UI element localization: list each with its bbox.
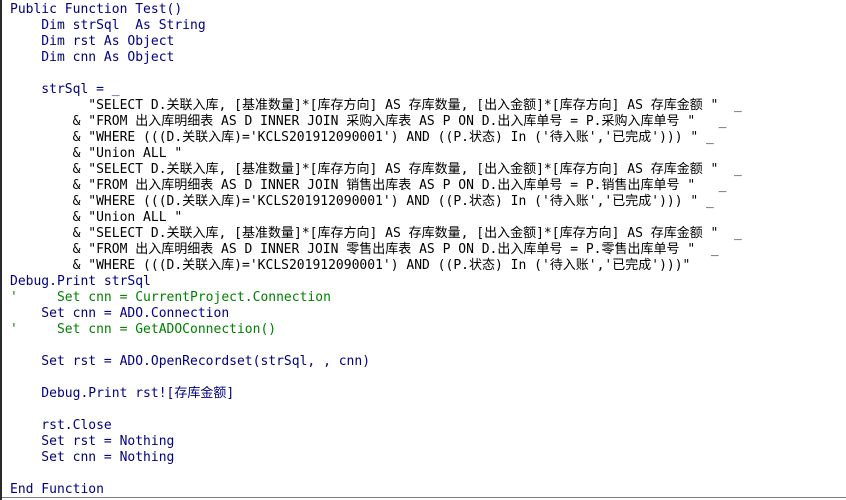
code-line[interactable]: & "WHERE (((D.关联入库)='KCLS201912090001') … (10, 130, 742, 146)
code-line[interactable]: & "Union ALL " (10, 146, 742, 162)
code-line[interactable]: ' Set cnn = CurrentProject.Connection (10, 290, 742, 306)
code-line[interactable]: Debug.Print strSql (10, 274, 742, 290)
code-line[interactable]: & "WHERE (((D.关联入库)='KCLS201912090001') … (10, 194, 742, 210)
code-line[interactable]: Debug.Print rst![存库金额] (10, 386, 742, 402)
code-line[interactable]: & "WHERE (((D.关联入库)='KCLS201912090001') … (10, 258, 742, 274)
code-text-area[interactable]: Public Function Test() Dim strSql As Str… (2, 0, 742, 498)
code-editor-pane[interactable]: Public Function Test() Dim strSql As Str… (0, 0, 846, 500)
code-line[interactable]: Dim cnn As Object (10, 50, 742, 66)
code-line[interactable]: & "Union ALL " (10, 210, 742, 226)
code-line[interactable]: Dim strSql As String (10, 18, 742, 34)
code-line[interactable]: rst.Close (10, 418, 742, 434)
code-line[interactable]: & "FROM 出入库明细表 AS D INNER JOIN 采购入库表 AS … (10, 114, 742, 130)
code-line[interactable]: & "FROM 出入库明细表 AS D INNER JOIN 销售出库表 AS … (10, 178, 742, 194)
code-line[interactable]: strSql = _ (10, 82, 742, 98)
code-line[interactable]: Set cnn = ADO.Connection (10, 306, 742, 322)
code-line-blank[interactable] (10, 402, 742, 418)
code-line[interactable]: Public Function Test() (10, 2, 742, 18)
code-line[interactable]: Set rst = ADO.OpenRecordset(strSql, , cn… (10, 354, 742, 370)
code-line[interactable]: "SELECT D.关联入库, [基准数量]*[库存方向] AS 存库数量, [… (10, 98, 742, 114)
code-line-blank[interactable] (10, 370, 742, 386)
code-line[interactable]: Set cnn = Nothing (10, 450, 742, 466)
code-line-blank[interactable] (10, 66, 742, 82)
code-line[interactable]: Set rst = Nothing (10, 434, 742, 450)
editor-bottom-divider (2, 497, 846, 498)
code-line[interactable]: & "SELECT D.关联入库, [基准数量]*[库存方向] AS 存库数量,… (10, 226, 742, 242)
code-line[interactable]: & "SELECT D.关联入库, [基准数量]*[库存方向] AS 存库数量,… (10, 162, 742, 178)
code-line[interactable]: End Function (10, 482, 742, 498)
code-line[interactable]: ' Set cnn = GetADOConnection() (10, 322, 742, 338)
code-line-blank[interactable] (10, 466, 742, 482)
code-line[interactable]: Dim rst As Object (10, 34, 742, 50)
code-line[interactable]: & "FROM 出入库明细表 AS D INNER JOIN 零售出库表 AS … (10, 242, 742, 258)
code-line-blank[interactable] (10, 338, 742, 354)
